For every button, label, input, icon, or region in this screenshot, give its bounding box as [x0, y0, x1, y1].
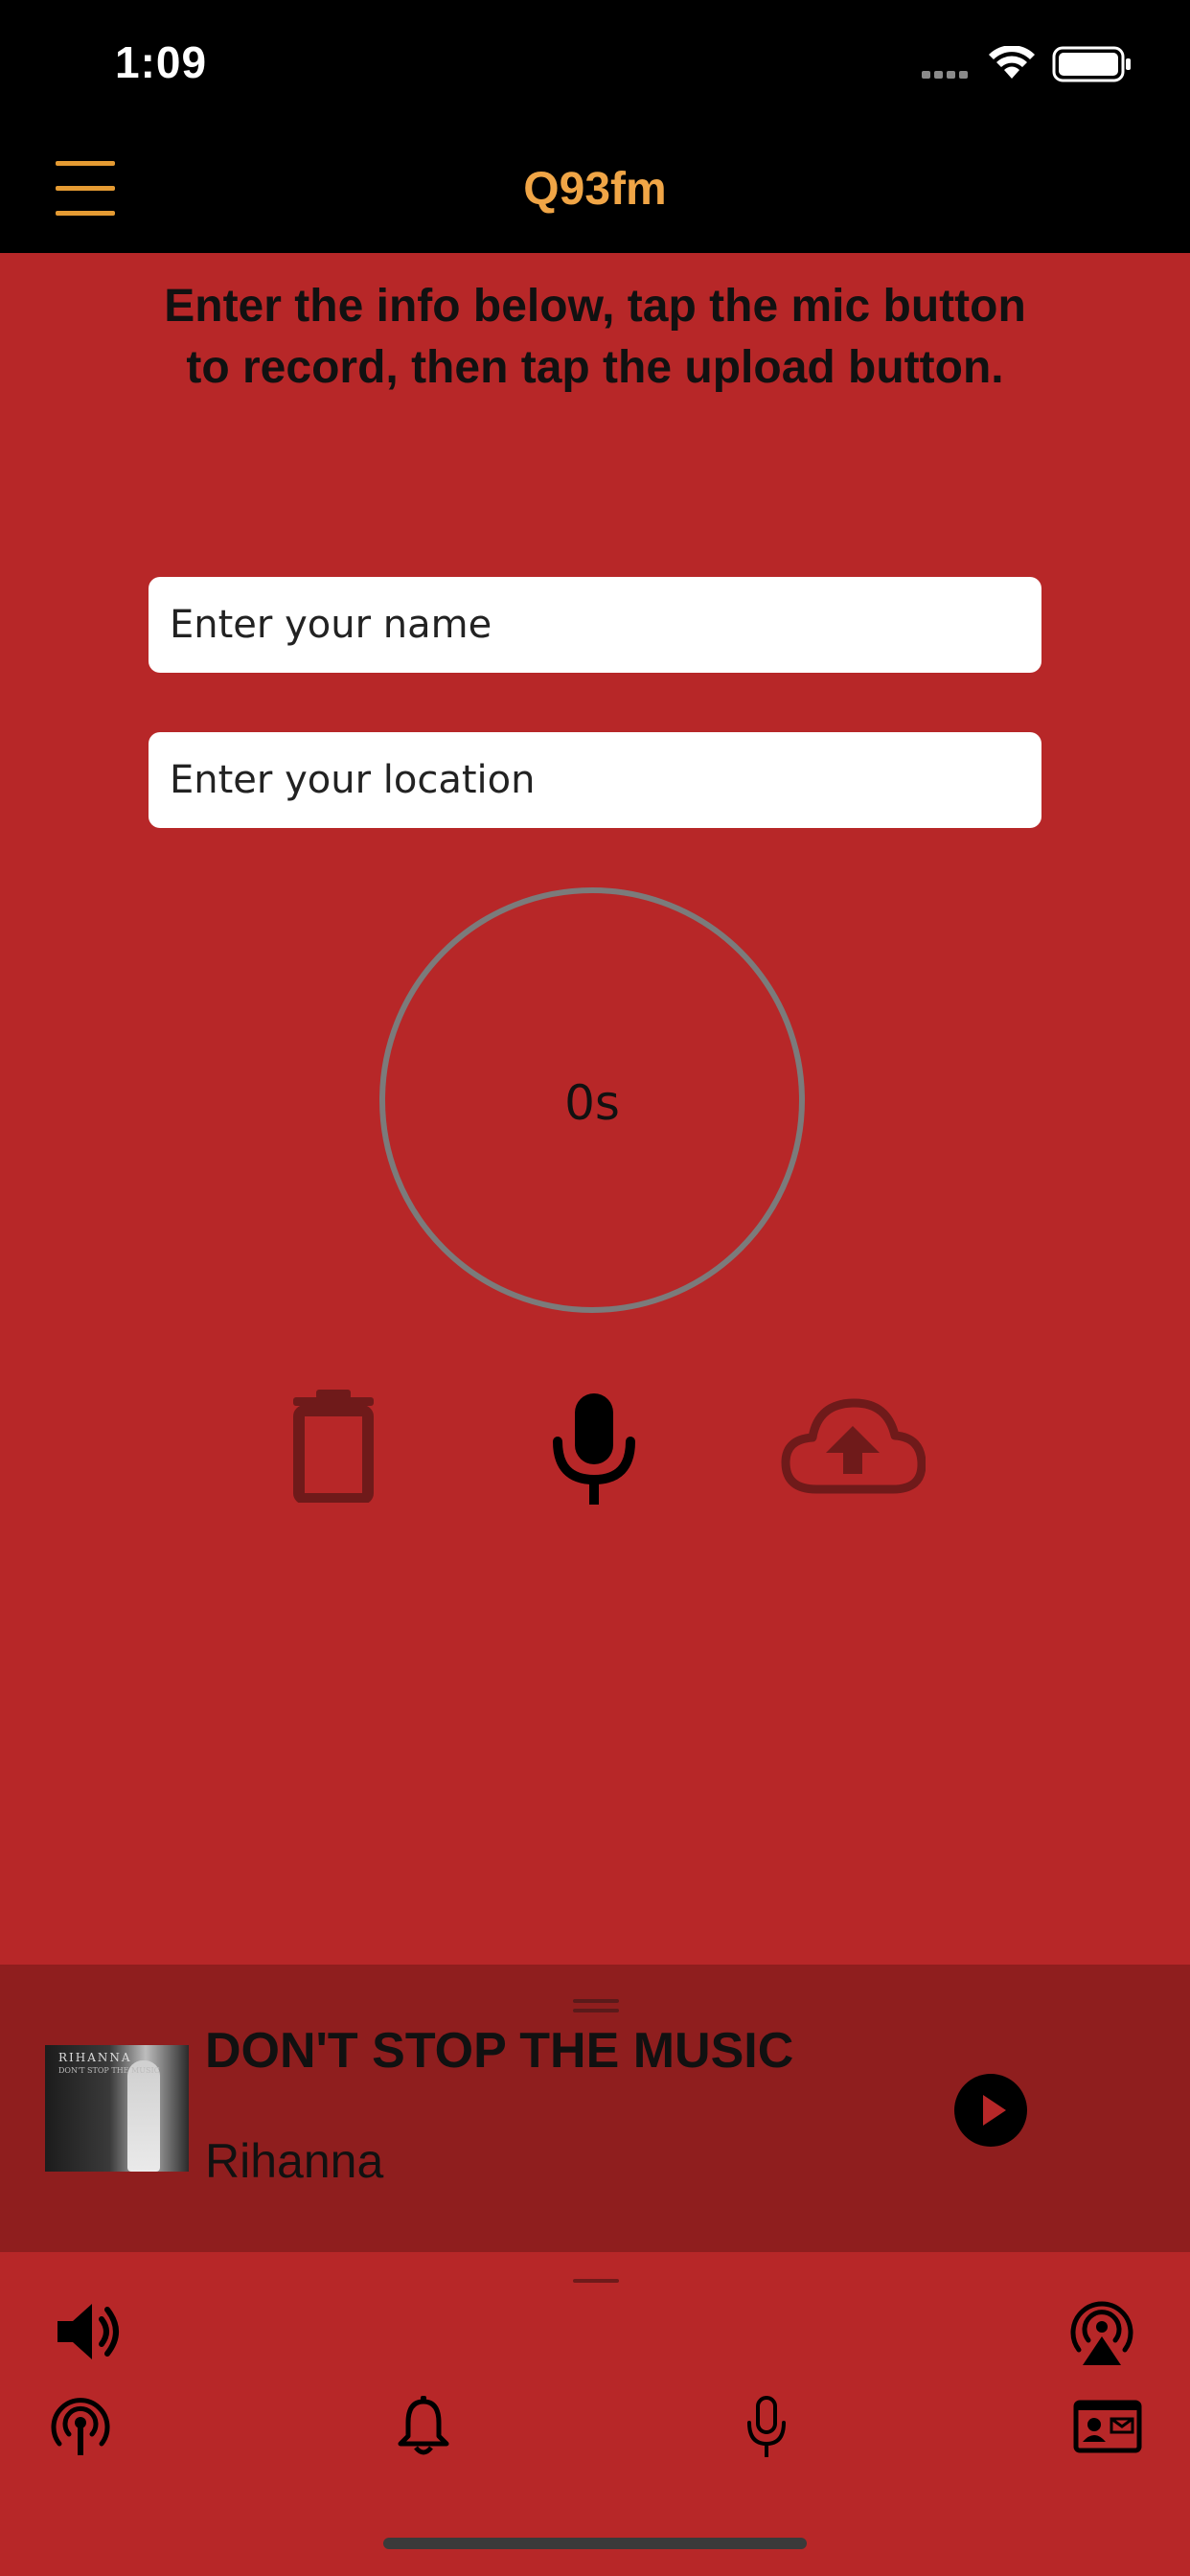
cloud-upload-icon[interactable] — [780, 1395, 926, 1497]
drag-handle[interactable] — [573, 1999, 619, 2003]
record-timer-circle: 0s — [379, 887, 805, 1313]
bell-icon[interactable] — [397, 2396, 450, 2457]
album-art: RIHANNA DON'T STOP THE MUSIC — [45, 2045, 189, 2172]
toolbar-handle[interactable] — [573, 2279, 619, 2283]
app-title: Q93fm — [523, 164, 667, 215]
home-indicator — [383, 2538, 807, 2549]
play-icon — [983, 2095, 1006, 2126]
battery-icon — [1052, 46, 1131, 82]
location-input[interactable] — [149, 732, 1041, 828]
microphone-tab-icon[interactable] — [744, 2396, 790, 2459]
album-art-title: DON'T STOP THE MUSIC — [58, 2066, 160, 2075]
now-playing-bar[interactable]: RIHANNA DON'T STOP THE MUSIC DON'T STOP … — [0, 1965, 1190, 2252]
bottom-toolbar — [0, 2252, 1190, 2576]
timer-text: 0s — [564, 1075, 620, 1131]
drag-handle[interactable] — [573, 2009, 619, 2012]
airplay-icon[interactable] — [1065, 2294, 1138, 2367]
podcast-icon[interactable] — [50, 2396, 111, 2457]
volume-icon[interactable] — [54, 2298, 125, 2365]
wifi-icon — [989, 46, 1035, 79]
navigation-bar: Q93fm — [0, 134, 1190, 253]
album-art-artist: RIHANNA — [58, 2051, 132, 2064]
status-icons — [922, 46, 1131, 82]
signal-dots-icon — [922, 71, 968, 79]
song-title: DON'T STOP THE MUSIC — [205, 2023, 794, 2079]
instructions-text: Enter the info below, tap the mic button… — [164, 281, 1026, 393]
trash-icon[interactable] — [289, 1390, 378, 1503]
play-button[interactable] — [954, 2074, 1027, 2147]
status-bar: 1:09 — [0, 0, 1190, 134]
contact-card-icon[interactable] — [1073, 2400, 1142, 2453]
microphone-icon[interactable] — [546, 1392, 642, 1506]
status-time: 1:09 — [115, 37, 208, 87]
song-artist: Rihanna — [205, 2134, 384, 2188]
name-input[interactable] — [149, 577, 1041, 673]
